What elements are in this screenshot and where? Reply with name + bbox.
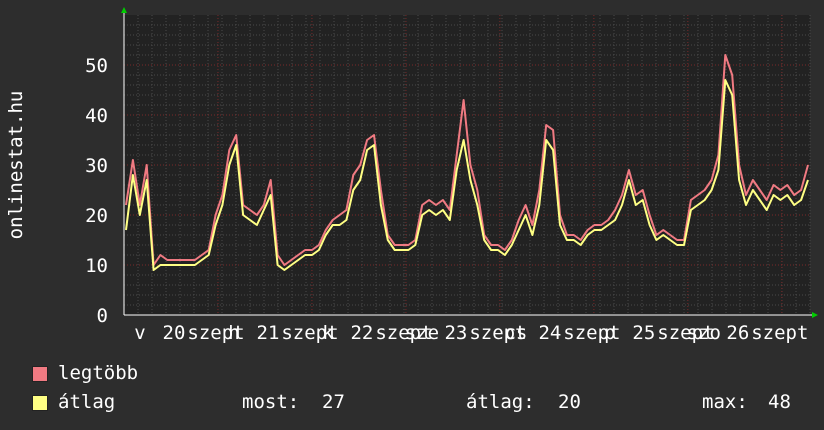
x-axis-arrow [812, 312, 818, 318]
y-tick-label: 10 [85, 255, 108, 277]
y-tick-label: 50 [85, 55, 108, 77]
stat-max-label: max: [702, 391, 748, 413]
x-tick-label: cs [504, 322, 527, 344]
stat-avg-value: 20 [558, 391, 581, 413]
y-tick-label: 40 [85, 105, 108, 127]
y-tick-label: 20 [85, 205, 108, 227]
x-tick-label: szo [687, 322, 721, 344]
y-axis-arrow [121, 7, 127, 13]
stat-max-value: 48 [768, 391, 791, 413]
x-tick-label: p [604, 322, 615, 344]
x-tick-label: 25 [632, 322, 655, 344]
x-tick-label: h [228, 322, 239, 344]
y-tick-label: 30 [85, 155, 108, 177]
x-tick-label: 26 [726, 322, 749, 344]
x-tick-label: sze [405, 322, 439, 344]
stat-now-label: most: [242, 391, 300, 413]
x-tick-label: v [134, 322, 145, 344]
x-tick-label: 24 [538, 322, 561, 344]
x-tick-label: 20 [163, 322, 186, 344]
legend-label-avg: átlag [58, 391, 116, 413]
legend-label-max: legtöbb [58, 362, 139, 384]
y-tick-label: 0 [97, 305, 108, 327]
y-axis-label: onlinestat.hu [5, 90, 27, 240]
x-axis-ticks: v 20 szepth 21 szeptk 22 szeptsze 23 szeptcs 24 sz… [134, 322, 808, 344]
legend-swatch-max [32, 366, 48, 382]
legend-swatch-avg [32, 395, 48, 411]
x-tick-label: szept [751, 322, 808, 344]
stat-avg-label: átlag: [466, 391, 535, 413]
stat-now-value: 27 [322, 391, 345, 413]
x-tick-label: k [322, 322, 334, 344]
x-tick-label: 23 [444, 322, 467, 344]
x-tick-label: 21 [257, 322, 280, 344]
x-tick-label: 22 [350, 322, 373, 344]
